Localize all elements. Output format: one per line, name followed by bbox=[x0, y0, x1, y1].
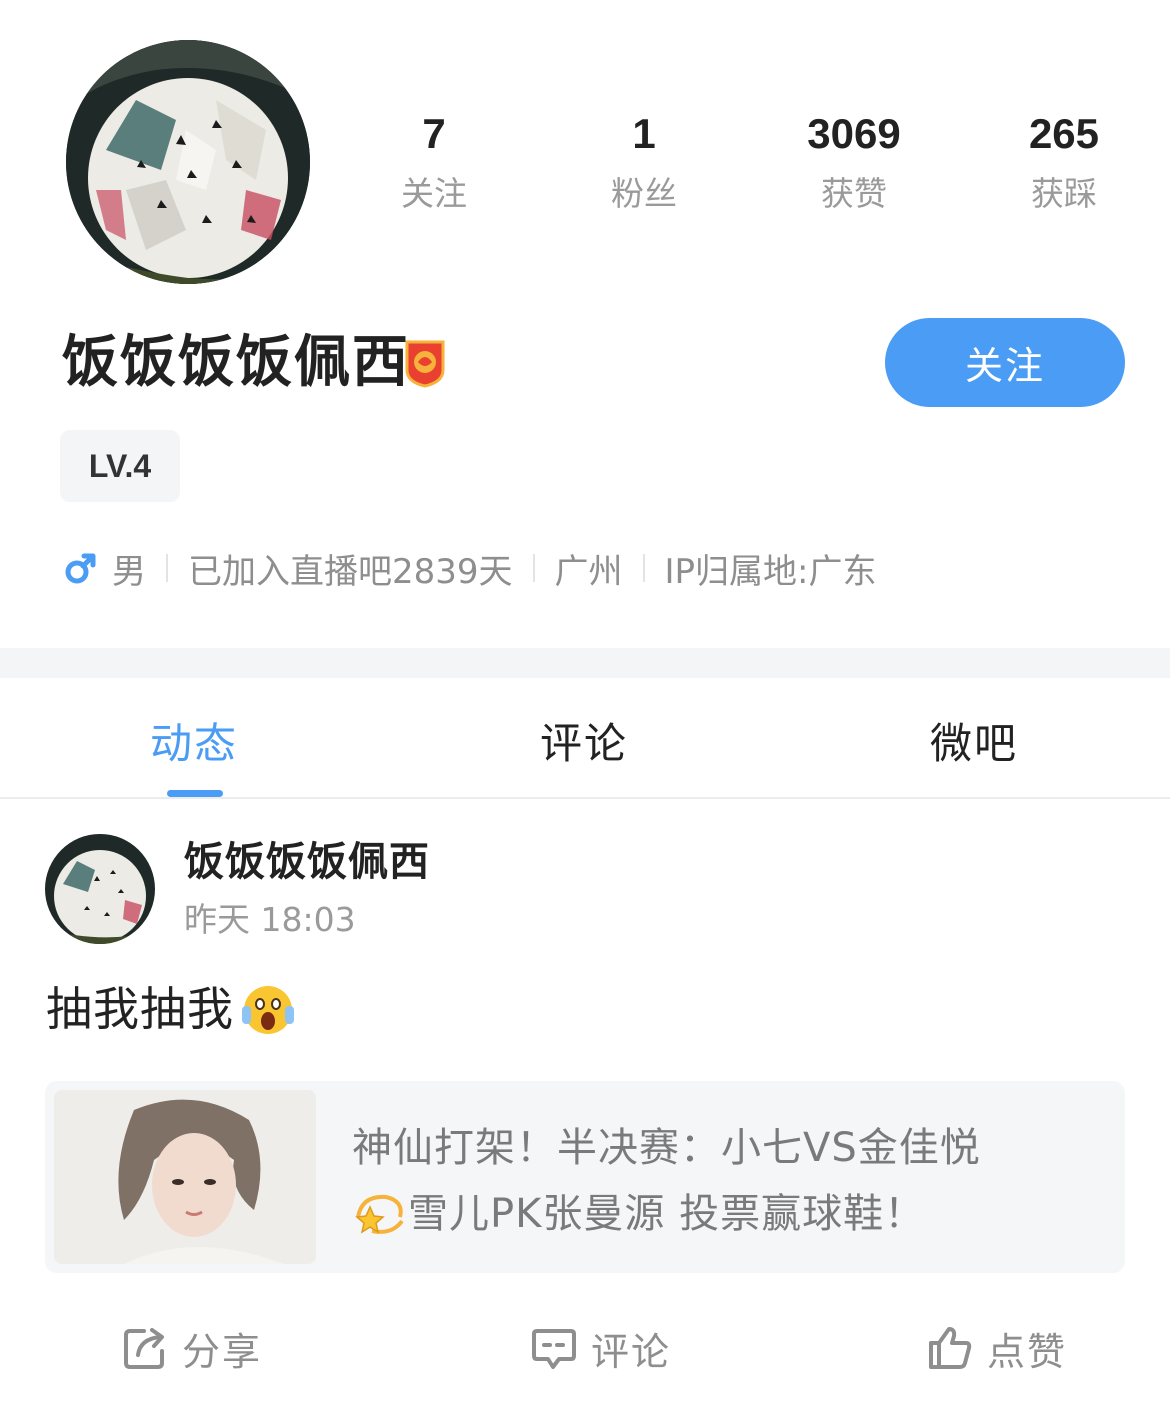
football-image bbox=[66, 40, 310, 284]
male-icon bbox=[65, 553, 96, 584]
post-author-name[interactable]: 饭饭饭饭佩西 bbox=[184, 836, 430, 888]
follow-button[interactable]: 关注 bbox=[885, 318, 1125, 407]
stat-likes-value: 3069 bbox=[807, 110, 901, 157]
divider bbox=[166, 554, 168, 582]
stat-dislikes-label: 获踩 bbox=[1031, 174, 1097, 213]
screaming-face-icon bbox=[242, 986, 294, 1034]
portrait-image bbox=[54, 1090, 316, 1264]
stat-fans-value: 1 bbox=[632, 110, 656, 157]
tab-microbar[interactable]: 微吧 bbox=[930, 716, 1018, 772]
link-title-line1: 神仙打架！半决赛：小七VS金佳悦 bbox=[352, 1125, 981, 1171]
divider bbox=[532, 554, 535, 582]
thumbs-up-icon bbox=[929, 1327, 972, 1369]
stat-dislikes[interactable]: 265 获踩 bbox=[994, 108, 1134, 216]
link-title: 神仙打架！半决赛：小七VS金佳悦 雪儿PK张曼源 投票赢球鞋！ bbox=[352, 1115, 1092, 1247]
football-image bbox=[45, 834, 155, 944]
joined-days: 已加入直播吧2839天 bbox=[188, 551, 513, 592]
dizzy-star-icon bbox=[355, 1194, 404, 1234]
gender-text: 男 bbox=[112, 551, 146, 592]
post-author-avatar[interactable] bbox=[45, 834, 155, 944]
profile-avatar[interactable] bbox=[66, 40, 310, 284]
share-button[interactable]: 分享 bbox=[122, 1318, 262, 1378]
comment-button[interactable]: 评论 bbox=[531, 1318, 671, 1378]
link-title-line2: 雪儿PK张曼源 投票赢球鞋！ bbox=[352, 1181, 1092, 1247]
link-title-line2-text: 雪儿PK张曼源 投票赢球鞋！ bbox=[408, 1191, 926, 1237]
active-tab-indicator bbox=[167, 790, 223, 797]
city-text: 广州 bbox=[554, 551, 623, 592]
section-divider bbox=[0, 648, 1170, 678]
post-text: 抽我抽我 bbox=[46, 982, 234, 1036]
share-icon bbox=[124, 1328, 164, 1369]
comment-icon bbox=[532, 1329, 576, 1369]
team-badge-icon bbox=[405, 340, 445, 388]
divider bbox=[642, 554, 645, 582]
share-label: 分享 bbox=[182, 1329, 263, 1374]
stat-following[interactable]: 7 关注 bbox=[364, 108, 504, 216]
shared-link-card[interactable]: 神仙打架！半决赛：小七VS金佳悦 雪儿PK张曼源 投票赢球鞋！ bbox=[45, 1081, 1125, 1273]
tab-comments[interactable]: 评论 bbox=[540, 716, 628, 772]
level-badge: LV.4 bbox=[60, 430, 180, 502]
like-label: 点赞 bbox=[987, 1329, 1068, 1374]
stat-likes-label: 获赞 bbox=[821, 174, 887, 213]
stat-fans[interactable]: 1 粉丝 bbox=[574, 108, 714, 216]
comment-label: 评论 bbox=[591, 1329, 672, 1374]
link-thumbnail bbox=[54, 1090, 316, 1264]
profile-nickname: 饭饭饭饭佩西 bbox=[62, 330, 410, 395]
post-content: 抽我抽我 bbox=[46, 978, 298, 1040]
tab-dynamics[interactable]: 动态 bbox=[150, 716, 238, 772]
ip-location: IP归属地:广东 bbox=[664, 551, 877, 592]
stat-likes[interactable]: 3069 获赞 bbox=[784, 108, 924, 216]
stat-following-value: 7 bbox=[422, 110, 446, 157]
post-timestamp: 昨天 18:03 bbox=[184, 900, 356, 939]
profile-tabs: 动态 评论 微吧 bbox=[0, 678, 1170, 799]
stat-fans-label: 粉丝 bbox=[611, 174, 677, 213]
profile-info-row: 男 已加入直播吧2839天 广州 IP归属地:广东 bbox=[64, 542, 877, 594]
stat-following-label: 关注 bbox=[401, 174, 467, 213]
stat-dislikes-value: 265 bbox=[1028, 110, 1100, 157]
like-button[interactable]: 点赞 bbox=[927, 1318, 1067, 1378]
